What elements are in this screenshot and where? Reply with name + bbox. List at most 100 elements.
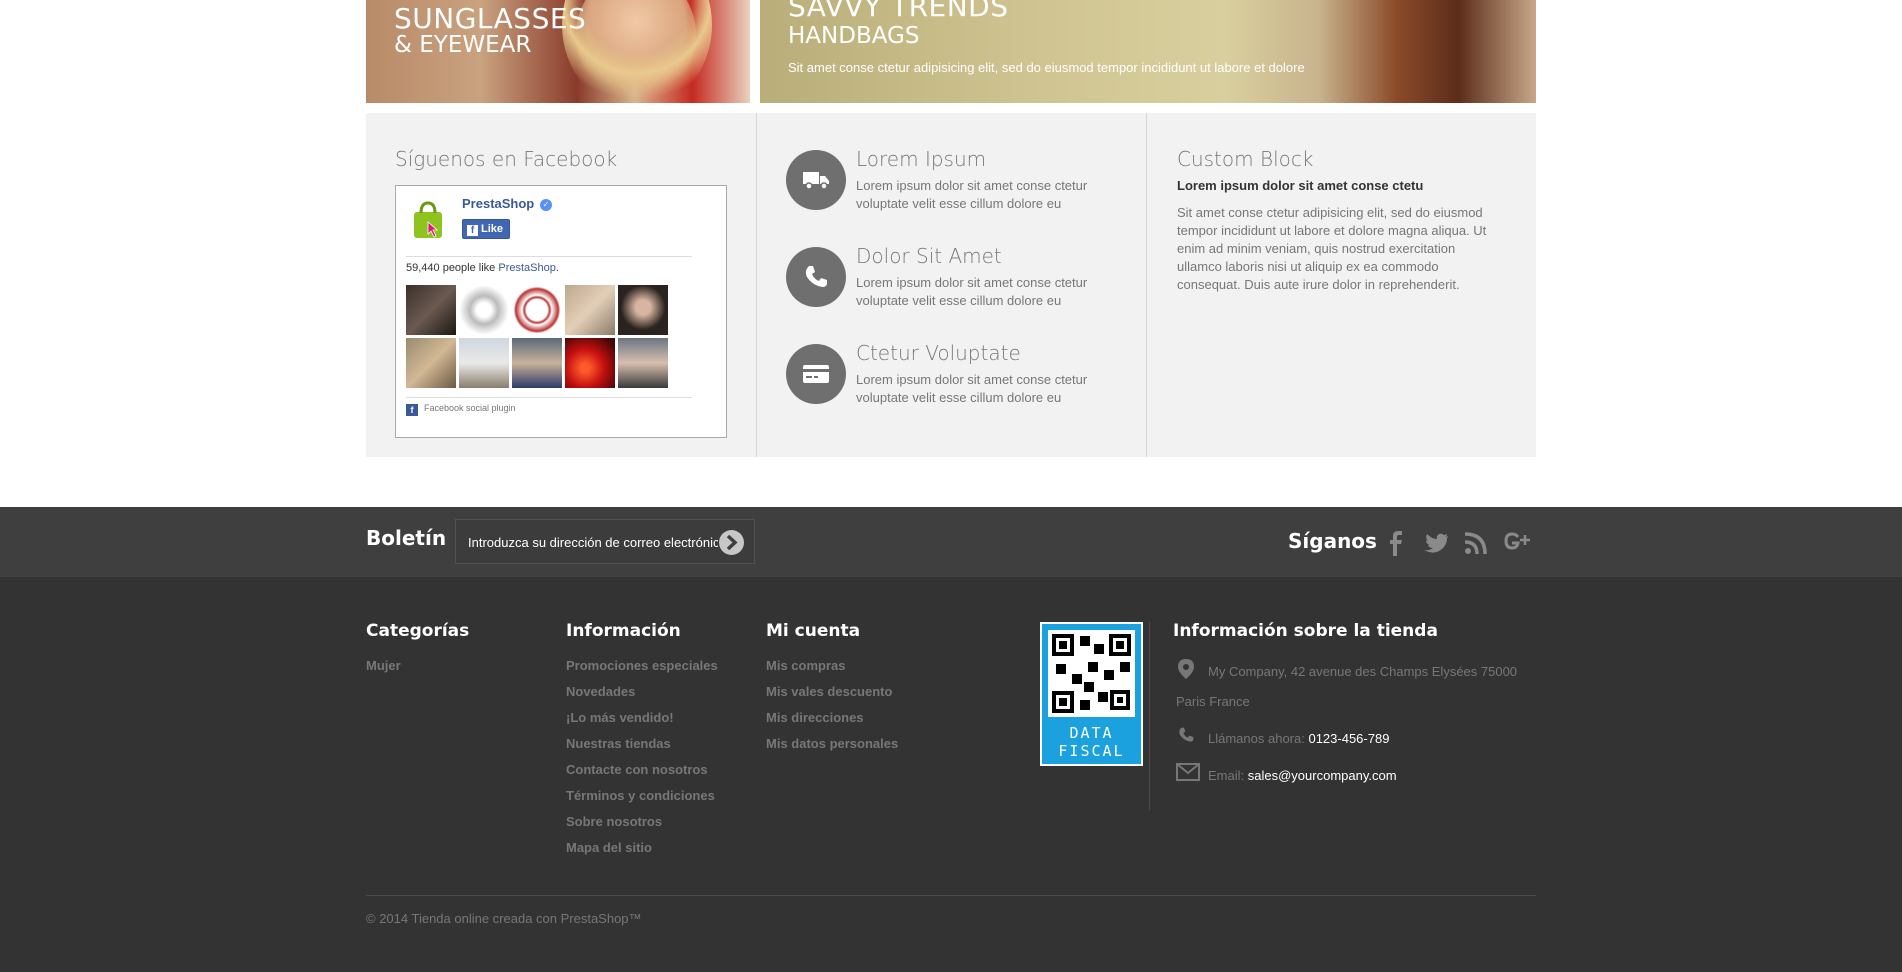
feature-line: Lorem ipsum dolor sit amet conse ctetur	[856, 372, 1088, 387]
qr-label: DATA	[1069, 724, 1114, 742]
feature-title: Lorem Ipsum	[856, 147, 987, 171]
facebook-page-name[interactable]: PrestaShop	[462, 196, 534, 211]
feature-line: Lorem ipsum dolor sit amet conse ctetur	[856, 178, 1088, 193]
footer-link[interactable]: Mis datos personales	[766, 735, 898, 761]
feature-text: Lorem ipsum dolor sit amet conse ctetur v…	[856, 371, 1116, 407]
facebook-f-icon: f	[467, 225, 478, 236]
footer-link[interactable]: Novedades	[566, 683, 718, 709]
feature-line: voluptate velit esse cillum dolore eu	[856, 196, 1062, 211]
facebook-icon: f	[406, 404, 418, 416]
store-address-line: My Company, 42 avenue des Champs Elysées…	[1208, 664, 1518, 679]
my-account-list: Mis compras Mis vales descuento Mis dire…	[766, 657, 898, 761]
my-account-title: Mi cuenta	[766, 621, 861, 641]
banner-title: SAVVY TRENDS	[788, 0, 1009, 23]
store-email: Email: sales@yourcompany.com	[1208, 768, 1397, 783]
feature-icon-circle	[786, 247, 846, 307]
email-link[interactable]: sales@yourcompany.com	[1248, 768, 1397, 783]
google-plus-icon[interactable]	[1501, 528, 1531, 558]
feature-icon-circle	[786, 150, 846, 210]
feature-title: Ctetur Voluptate	[856, 341, 1021, 365]
like-label: Like	[481, 223, 504, 235]
newsletter-email-input[interactable]	[468, 532, 718, 552]
fan-avatar[interactable]	[565, 285, 615, 335]
footer-link[interactable]: Nuestras tiendas	[566, 735, 718, 761]
phone-icon	[805, 266, 827, 287]
feature-line: voluptate velit esse cillum dolore eu	[856, 293, 1062, 308]
facebook-heading: Síguenos en Facebook	[395, 147, 618, 171]
likes-count-text: 59,440 people like	[406, 262, 496, 274]
banner-title: SUNGLASSES	[394, 2, 587, 35]
feature-line: voluptate velit esse cillum dolore eu	[856, 390, 1062, 405]
facebook-like-box[interactable]: PrestaShop ✓ f Like 59,440 people like Pr…	[395, 185, 727, 438]
fan-avatar[interactable]	[406, 338, 456, 388]
fan-avatar[interactable]	[459, 285, 509, 335]
likes-page-link[interactable]: PrestaShop	[498, 262, 555, 274]
footer-link[interactable]: Mujer	[366, 657, 401, 683]
footer-link[interactable]: Mis compras	[766, 657, 898, 683]
plugin-label: Facebook social plugin	[424, 403, 516, 413]
feature-text: Lorem ipsum dolor sit amet conse ctetur v…	[856, 274, 1116, 310]
feature-icon-circle	[786, 344, 846, 404]
newsletter-bar: Boletín Síganos	[0, 507, 1902, 577]
map-marker-icon	[1178, 659, 1194, 679]
phone-icon	[1179, 727, 1194, 742]
newsletter-form	[455, 519, 755, 564]
feature-text: Lorem ipsum dolor sit amet conse ctetur v…	[856, 177, 1116, 213]
chevron-right-icon	[726, 535, 738, 550]
phone-label: Llámanos ahora:	[1208, 731, 1305, 746]
banner-subtitle: & EYEWEAR	[394, 32, 532, 58]
fan-avatar[interactable]	[459, 338, 509, 388]
information-title: Información	[566, 621, 681, 641]
likes-count: 59,440 people like PrestaShop.	[406, 262, 559, 274]
categories-title: Categorías	[366, 621, 470, 641]
column-divider	[1149, 621, 1150, 811]
footer: Categorías Mujer Información Promociones…	[0, 577, 1902, 972]
feature-title: Dolor Sit Amet	[856, 244, 1002, 268]
facebook-like-button[interactable]: f Like	[462, 219, 510, 239]
column-divider	[1146, 113, 1147, 457]
fan-avatar[interactable]	[406, 285, 456, 335]
fan-avatar[interactable]	[512, 338, 562, 388]
verified-badge-icon: ✓	[540, 199, 552, 211]
custom-block-text: Sit amet conse ctetur adipisicing elit, …	[1177, 205, 1487, 292]
facebook-icon[interactable]	[1380, 528, 1410, 558]
fan-avatar[interactable]	[618, 338, 668, 388]
footer-link[interactable]: Promociones especiales	[566, 657, 718, 683]
newsletter-title: Boletín	[366, 526, 447, 550]
twitter-icon[interactable]	[1421, 528, 1451, 558]
envelope-icon	[1176, 763, 1200, 781]
page: SUNGLASSES & EYEWEAR SAVVY TRENDS HANDBA…	[0, 0, 1902, 972]
categories-list: Mujer	[366, 657, 401, 683]
custom-block-subtitle: Lorem ipsum dolor sit amet conse ctetu	[1177, 178, 1424, 193]
data-fiscal-qr-badge[interactable]: DATA FISCAL	[1040, 622, 1143, 766]
feature-line: Lorem ipsum dolor sit amet conse ctetur	[856, 275, 1088, 290]
follow-us-title: Síganos	[1288, 529, 1377, 553]
handbags-banner[interactable]: SAVVY TRENDS HANDBAGS Sit amet conse cte…	[760, 0, 1536, 103]
phone-number[interactable]: 0123-456-789	[1308, 731, 1389, 746]
footer-link[interactable]: Mis vales descuento	[766, 683, 898, 709]
fan-avatar[interactable]	[618, 285, 668, 335]
copyright-text: © 2014 Tienda online creada con PrestaSh…	[366, 911, 642, 926]
footer-link[interactable]: Mis direcciones	[766, 709, 898, 735]
fan-avatar[interactable]	[565, 338, 615, 388]
custom-block-title: Custom Block	[1177, 147, 1314, 171]
facebook-social-plugin[interactable]: f Facebook social plugin	[406, 403, 516, 416]
divider	[406, 256, 692, 257]
sunglasses-banner[interactable]: SUNGLASSES & EYEWEAR	[366, 0, 750, 103]
footer-link[interactable]: Mapa del sitio	[566, 839, 718, 865]
banner-description: Sit amet conse ctetur adipisicing elit, …	[788, 60, 1305, 75]
footer-divider	[366, 895, 1536, 896]
footer-link[interactable]: Sobre nosotros	[566, 813, 718, 839]
credit-card-icon	[803, 365, 829, 383]
fan-avatar[interactable]	[512, 285, 562, 335]
divider	[406, 397, 692, 398]
banner-subtitle: HANDBAGS	[788, 23, 920, 49]
qr-code-icon	[1048, 630, 1135, 717]
footer-link[interactable]: Términos y condiciones	[566, 787, 718, 813]
footer-link[interactable]: ¡Lo más vendido!	[566, 709, 718, 735]
rss-icon[interactable]	[1461, 528, 1491, 558]
footer-link[interactable]: Contacte con nosotros	[566, 761, 718, 787]
email-label: Email:	[1208, 768, 1245, 783]
newsletter-submit-button[interactable]	[719, 530, 744, 555]
column-divider	[756, 113, 757, 457]
